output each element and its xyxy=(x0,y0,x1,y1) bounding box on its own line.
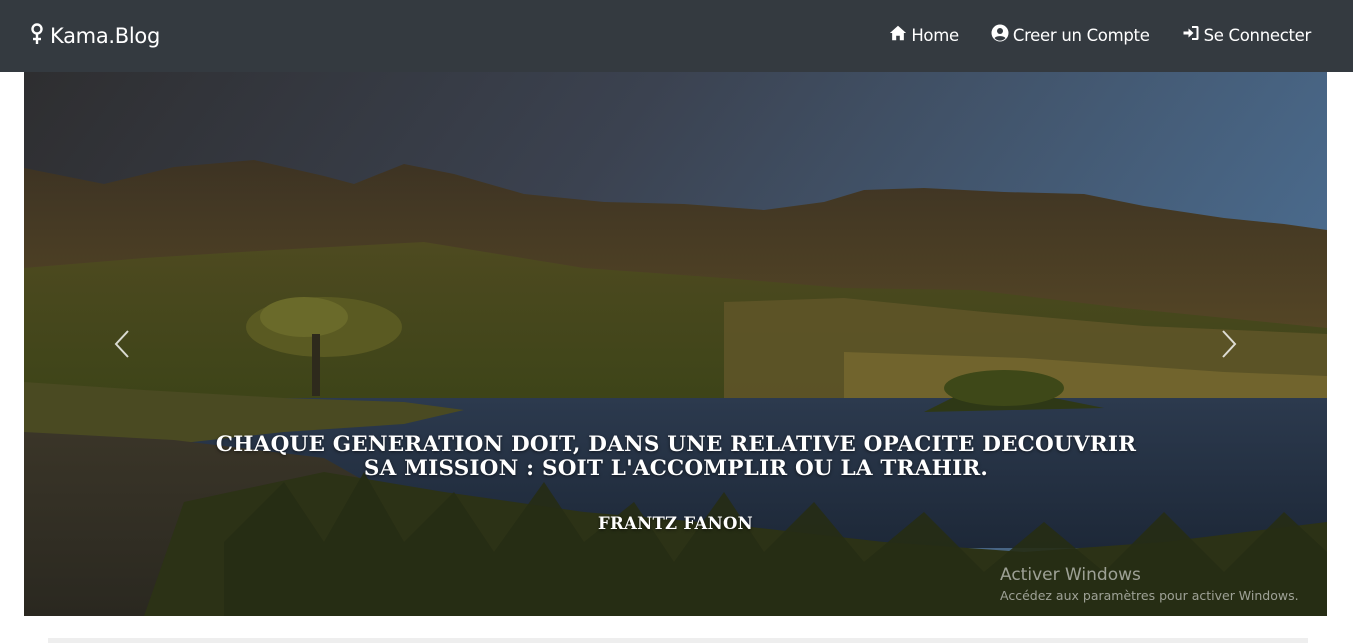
carousel-author: FRANTZ FANON xyxy=(597,514,754,533)
landscape-image xyxy=(24,72,1327,616)
carousel-prev-button[interactable] xyxy=(102,324,142,364)
watermark-title: Activer Windows xyxy=(1000,565,1141,585)
navbar: Kama.Blog Home Creer un Compte Se Connec… xyxy=(0,0,1353,72)
nav-sign-in-label: Se Connecter xyxy=(1203,25,1312,45)
sign-in-icon xyxy=(1182,24,1200,46)
brand-label: Kama.Blog xyxy=(50,24,160,48)
page-bottom-divider xyxy=(48,638,1308,643)
nav-links: Home Creer un Compte Se Connecter xyxy=(889,22,1311,48)
os-activation-watermark: Activer Windows Accédez aux paramètres p… xyxy=(1000,565,1299,603)
brand-link[interactable]: Kama.Blog xyxy=(30,22,160,50)
carousel-quote: CHAQUE GENERATION DOIT, DANS UNE RELATIV… xyxy=(215,432,1137,481)
user-circle-icon xyxy=(991,24,1009,46)
chevron-left-icon xyxy=(114,330,129,358)
nav-home-link[interactable]: Home xyxy=(889,24,959,46)
watermark-subtitle: Accédez aux paramètres pour activer Wind… xyxy=(1000,588,1299,603)
female-symbol-icon xyxy=(30,22,44,50)
nav-create-account-link[interactable]: Creer un Compte xyxy=(991,24,1150,46)
carousel-next-button[interactable] xyxy=(1209,324,1249,364)
nav-create-account-label: Creer un Compte xyxy=(1012,25,1150,45)
chevron-right-icon xyxy=(1222,330,1237,358)
nav-sign-in-link[interactable]: Se Connecter xyxy=(1182,24,1311,46)
home-icon xyxy=(889,24,907,46)
hero-carousel: CHAQUE GENERATION DOIT, DANS UNE RELATIV… xyxy=(24,72,1327,616)
nav-home-label: Home xyxy=(911,25,959,45)
